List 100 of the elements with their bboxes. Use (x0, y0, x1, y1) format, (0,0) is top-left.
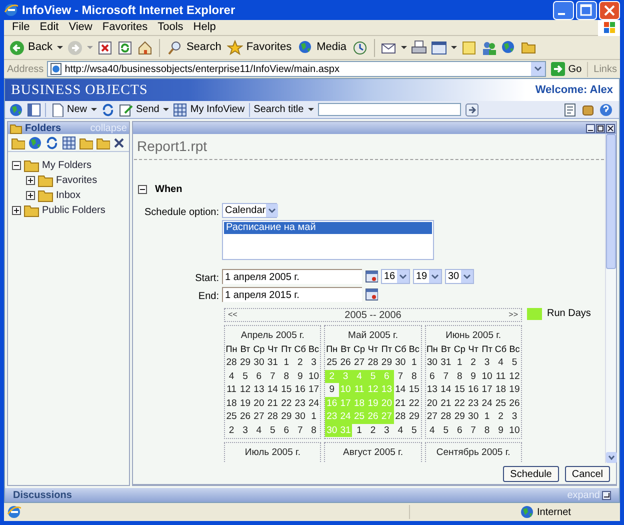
day-cell[interactable]: 2 (494, 410, 508, 424)
day-cell[interactable]: 3 (380, 424, 394, 437)
day-cell[interactable]: 17 (480, 383, 494, 396)
back-button[interactable]: Back (8, 39, 54, 56)
day-cell[interactable]: 14 (266, 383, 280, 396)
day-cell[interactable]: 5 (439, 424, 453, 437)
day-cell[interactable]: 9 (325, 383, 339, 396)
day-cell[interactable]: 1 (407, 356, 421, 370)
day-cell[interactable]: 11 (224, 383, 238, 396)
day-cell[interactable]: 4 (224, 370, 238, 383)
day-cell[interactable]: 10 (508, 424, 522, 437)
day-cell[interactable]: 16 (466, 383, 480, 396)
go-arrow-icon[interactable] (464, 102, 479, 116)
day-cell[interactable]: 22 (407, 396, 421, 410)
day-cell[interactable]: 10 (480, 370, 494, 383)
day-cell[interactable]: 6 (280, 424, 294, 437)
previous-link[interactable]: << (228, 309, 238, 321)
caret-icon[interactable] (163, 108, 170, 111)
search-title-menu[interactable]: Search title (254, 102, 304, 117)
day-cell[interactable]: 29 (380, 356, 394, 370)
my-infoview-button[interactable]: My InfoView (173, 102, 245, 117)
day-cell[interactable]: 29 (407, 410, 421, 424)
day-cell[interactable]: 3 (508, 410, 522, 424)
day-cell[interactable]: 22 (452, 396, 466, 410)
day-cell[interactable]: 17 (306, 383, 321, 396)
globe-icon[interactable] (9, 102, 23, 116)
day-cell[interactable]: 30 (425, 356, 440, 370)
folder-label[interactable]: Public Folders (42, 202, 106, 218)
minute-dropdown[interactable]: 19 (413, 269, 442, 284)
day-cell[interactable]: 31 (439, 356, 453, 370)
scrollbar[interactable] (605, 134, 616, 463)
day-cell[interactable]: 15 (407, 383, 421, 396)
media-button[interactable]: Media (296, 39, 348, 56)
folder-icon[interactable] (520, 40, 537, 56)
day-cell[interactable]: 19 (508, 383, 522, 396)
day-cell[interactable]: 4 (494, 356, 508, 370)
day-cell[interactable]: 12 (238, 383, 252, 396)
schedule-option-dropdown[interactable]: Calendar (222, 203, 277, 218)
day-cell[interactable]: 1 (352, 424, 366, 437)
caret-icon[interactable] (308, 108, 314, 111)
minimize-icon[interactable] (586, 124, 595, 132)
day-cell[interactable]: 21 (439, 396, 453, 410)
help-icon[interactable] (599, 102, 613, 116)
day-cell[interactable]: 21 (394, 396, 408, 410)
globe-icon[interactable] (500, 40, 517, 56)
day-cell[interactable]: 5 (407, 424, 421, 437)
day-cell[interactable]: 8 (452, 370, 466, 383)
collapse-icon[interactable] (138, 185, 147, 194)
day-cell[interactable]: 18 (224, 396, 238, 410)
menu-item[interactable]: Favorites (98, 19, 152, 36)
day-cell[interactable]: 31 (266, 356, 280, 370)
new-button[interactable]: New (50, 102, 88, 117)
panel-icon[interactable] (27, 102, 41, 116)
close-icon[interactable] (606, 124, 615, 132)
day-cell[interactable]: 21 (266, 396, 280, 410)
day-cell[interactable]: 4 (394, 424, 408, 437)
refresh-icon[interactable] (101, 102, 116, 116)
day-cell[interactable]: 28 (266, 410, 280, 424)
day-cell[interactable]: 1 (452, 356, 466, 370)
stop-icon[interactable] (97, 40, 114, 56)
day-cell[interactable]: 3 (238, 424, 252, 437)
day-cell[interactable]: 25 (494, 396, 508, 410)
history-icon[interactable] (352, 40, 368, 56)
date-field[interactable]: 1 апреля 2015 г. (222, 287, 362, 302)
calendar-list[interactable]: Расписание на май (222, 220, 434, 260)
action-button[interactable]: Cancel (564, 466, 610, 482)
day-cell[interactable]: 26 (508, 396, 522, 410)
expand-icon[interactable] (26, 190, 35, 200)
people-icon[interactable] (480, 40, 497, 56)
day-cell[interactable]: 4 (252, 424, 266, 437)
day-cell[interactable]: 5 (238, 370, 252, 383)
day-cell[interactable]: 9 (466, 370, 480, 383)
expand-icon[interactable] (26, 176, 35, 184)
day-cell[interactable]: 24 (306, 396, 321, 410)
printer-icon[interactable] (410, 40, 427, 56)
day-cell[interactable]: 6 (452, 424, 466, 437)
day-cell[interactable]: 26 (338, 356, 352, 370)
day-cell[interactable]: 1 (306, 410, 321, 424)
day-cell[interactable]: 6 (252, 370, 266, 383)
maximize-icon[interactable] (576, 0, 597, 20)
day-cell[interactable]: 18 (494, 383, 508, 396)
day-cell[interactable]: 29 (280, 410, 294, 424)
day-cell[interactable]: 11 (494, 370, 508, 383)
menu-item[interactable]: Help (189, 19, 220, 36)
day-cell[interactable]: 13 (425, 383, 440, 396)
day-cell[interactable]: 20 (425, 396, 440, 410)
day-cell[interactable]: 10 (306, 370, 321, 383)
day-cell[interactable]: 24 (480, 396, 494, 410)
day-cell[interactable]: 7 (266, 370, 280, 383)
day-cell[interactable]: 28 (366, 356, 380, 370)
day-cell[interactable]: 23 (466, 396, 480, 410)
caret-icon[interactable] (91, 108, 98, 111)
day-cell[interactable]: 8 (306, 424, 321, 437)
day-cell[interactable]: 8 (280, 370, 294, 383)
list-item[interactable]: Расписание на май (224, 222, 432, 234)
day-cell[interactable]: 28 (439, 410, 453, 424)
day-cell[interactable]: 29 (238, 356, 252, 370)
day-cell[interactable]: 2 (224, 424, 238, 437)
day-cell[interactable]: 12 (508, 370, 522, 383)
send-button[interactable]: Send (119, 102, 160, 117)
